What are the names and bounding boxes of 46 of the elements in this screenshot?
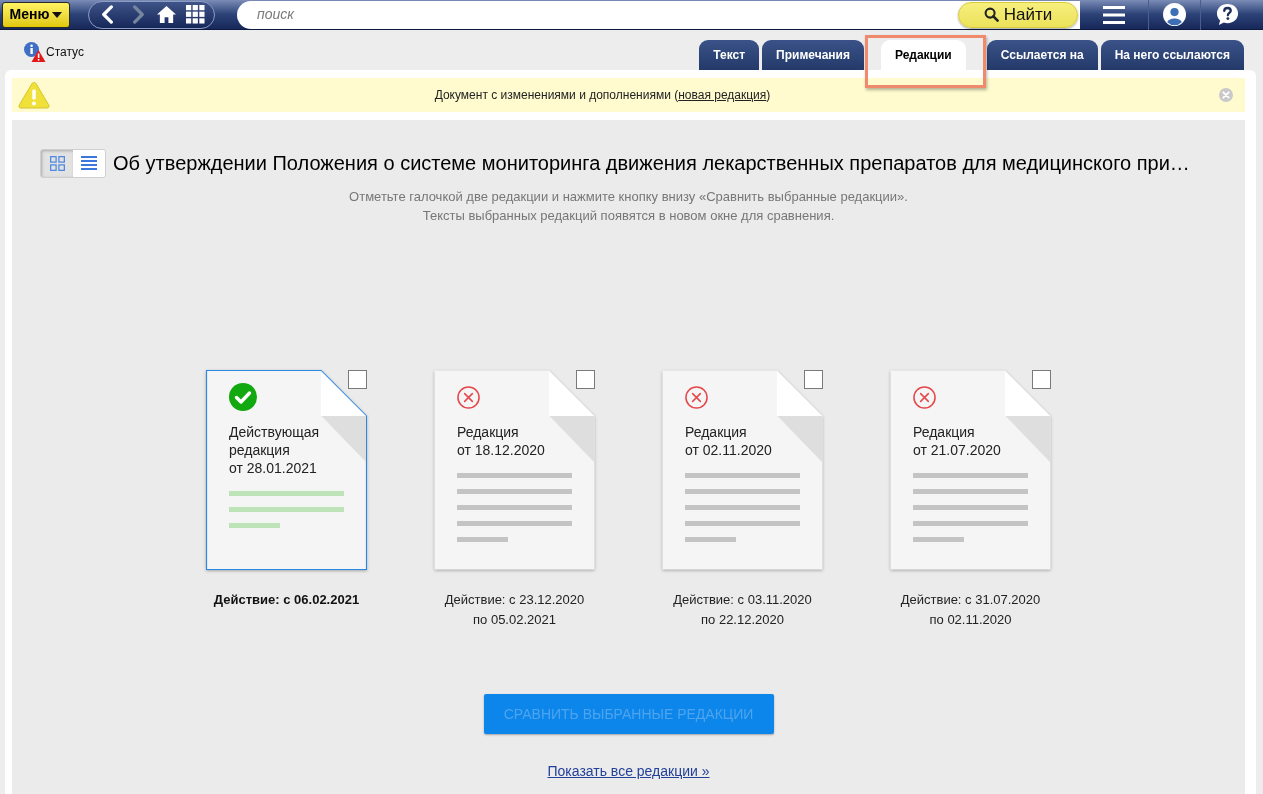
edition-label: Редакция от 21.07.2020 <box>913 423 1001 459</box>
search-icon <box>983 7 999 22</box>
notice-text: Документ с изменениями и дополнениями (новая редакция) <box>434 87 771 104</box>
document-card[interactable]: Редакция от 18.12.2020 <box>434 370 595 570</box>
edition-checkbox[interactable] <box>1032 370 1051 389</box>
show-all-editions-link[interactable]: Показать все редакции » <box>547 761 710 782</box>
edition-period: Действие: с 06.02.2021 <box>213 591 360 609</box>
tab[interactable]: Текст <box>699 40 760 70</box>
document-title: Об утверждении Положения о системе мониторинга движения лекарственных препаратов для медицинского при… <box>113 151 1190 176</box>
hint-text: Отметьте галочкой две редакции и нажмите кнопку внизу «Сравнить выбранные редакции». Тексты выбранных редакций появятся в новом окне для сравнения. <box>348 188 909 225</box>
cross-circle-icon <box>457 385 480 409</box>
edition-checkbox[interactable] <box>804 370 823 389</box>
edition-checkbox[interactable] <box>576 370 595 389</box>
edition-period: Действие: с 23.12.2020 по 05.02.2021 <box>444 591 585 629</box>
warning-icon <box>18 81 50 109</box>
close-icon <box>1219 88 1233 102</box>
new-edition-link[interactable]: новая редакция <box>678 88 767 102</box>
find-button[interactable]: Найти <box>958 1 1078 28</box>
user-icon <box>1163 3 1186 26</box>
grid-view-icon <box>49 155 65 171</box>
view-mode-button[interactable] <box>41 149 73 177</box>
check-circle-icon <box>229 383 257 411</box>
edition-period: Действие: с 03.11.2020 по 22.12.2020 <box>673 591 812 629</box>
tab[interactable]: Ссылается на <box>986 40 1098 70</box>
tab[interactable]: Примечания <box>762 40 864 70</box>
list-view-icon <box>81 156 97 170</box>
cross-circle-icon <box>685 385 708 409</box>
menu-button[interactable]: Меню <box>2 1 70 28</box>
tab[interactable]: Редакции <box>880 40 966 70</box>
edition-label: Редакция от 02.11.2020 <box>685 423 772 459</box>
help-icon <box>1216 3 1239 26</box>
view-mode-button[interactable] <box>73 149 105 177</box>
status-icon <box>24 42 46 62</box>
search-field[interactable]: поиск Найти <box>237 0 1080 29</box>
cross-circle-icon <box>913 385 936 409</box>
menu-icon <box>1103 5 1125 24</box>
document-card[interactable]: Действующая редакция от 28.01.2021 <box>206 370 367 570</box>
caret-icon <box>52 11 63 18</box>
document-card[interactable]: Редакция от 02.11.2020 <box>662 370 823 570</box>
tab[interactable]: На него ссылаются <box>1100 40 1244 70</box>
edition-checkbox[interactable] <box>348 370 367 389</box>
status-label[interactable]: Статус <box>46 43 84 61</box>
edition-period: Действие: с 31.07.2020 по 02.11.2020 <box>900 591 1041 629</box>
edition-label: Редакция от 18.12.2020 <box>457 423 545 459</box>
document-card[interactable]: Редакция от 21.07.2020 <box>890 370 1051 570</box>
edition-label: Действующая редакция от 28.01.2021 <box>229 423 319 477</box>
